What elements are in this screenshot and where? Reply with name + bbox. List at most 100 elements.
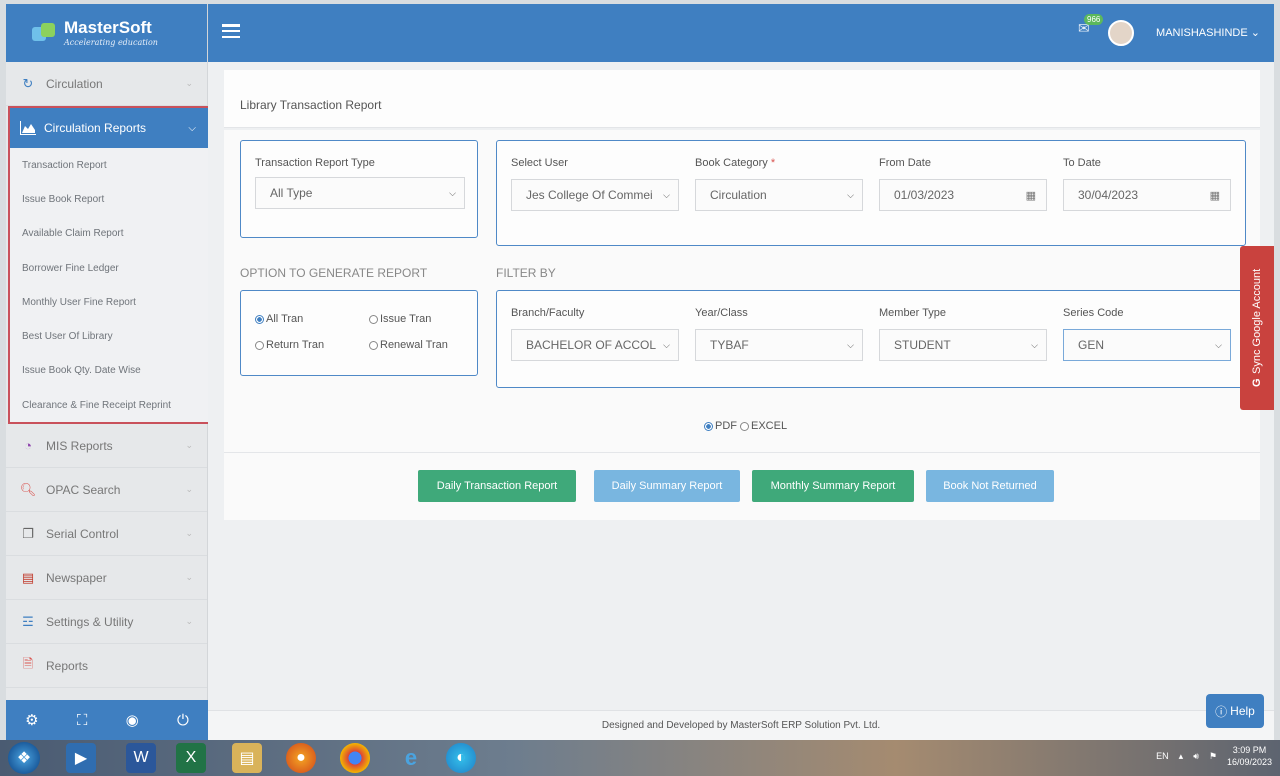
avatar[interactable] [1108, 20, 1134, 46]
sidebar-footer: ⚙ ⛶ ◉ ⏻ [6, 700, 208, 740]
eye-slash-icon[interactable]: ◉ [126, 711, 139, 729]
flag-icon[interactable]: ⚑ [1209, 751, 1217, 762]
windows-start-icon[interactable]: ❖ [8, 742, 40, 774]
file-explorer-icon[interactable]: ▤ [232, 743, 262, 773]
sync-google-account-button[interactable]: G Sync Google Account [1240, 246, 1274, 410]
sidebar-subitem-available-claim-report[interactable]: Available Claim Report [10, 217, 212, 251]
chevron-down-icon: ⌄ [185, 484, 193, 495]
chrome-icon[interactable] [340, 743, 370, 773]
sidebar-item-label: OPAC Search [46, 482, 121, 497]
windows-taskbar: ❖ ▶ W X ▤ ● e ◐ EN ▴ 🔊︎ ⚑ 3:09 PM 16/09/… [0, 740, 1280, 776]
sidebar-subitem-borrower-fine-ledger[interactable]: Borrower Fine Ledger [10, 251, 212, 285]
chevron-down-icon: ⌄ [185, 616, 193, 627]
chevron-down-icon: ⌵ [663, 339, 670, 350]
sidebar-item-newspaper[interactable]: ▤ Newspaper ⌄ [6, 556, 207, 601]
fullscreen-icon[interactable]: ⛶ [77, 712, 88, 729]
sidebar-subitem-best-user-of-library[interactable]: Best User Of Library [10, 319, 212, 353]
power-icon[interactable]: ⏻ [177, 712, 189, 729]
language-indicator[interactable]: EN [1156, 751, 1169, 761]
sidebar-subitem-transaction-report[interactable]: Transaction Report [10, 148, 212, 182]
gear-icon[interactable]: ⚙ [25, 711, 38, 729]
year-class-label: Year/Class [695, 307, 748, 319]
sidebar-item-mis-reports[interactable]: ◔ MIS Reports ⌄ [6, 424, 207, 469]
transaction-type-label: Transaction Report Type [255, 157, 375, 169]
options-title: OPTION TO GENERATE REPORT [240, 266, 428, 280]
sidebar-item-reports[interactable]: 🗎︎ Reports [6, 644, 207, 689]
area-chart-icon [20, 120, 36, 136]
chevron-down-icon: ⌄ [185, 78, 193, 88]
brand-logo[interactable]: MasterSoft Accelerating education [6, 4, 207, 62]
chevron-down-icon: ⌵ [449, 187, 456, 198]
logo-icon [32, 23, 58, 43]
sidebar-item-serial-control[interactable]: ❐ Serial Control ⌄ [6, 512, 207, 557]
chevron-down-icon: ⌵ [847, 189, 854, 200]
sidebar-subitem-clearance-fine-receipt[interactable]: Clearance & Fine Receipt Reprint [10, 388, 212, 422]
help-button[interactable]: ⓘ Help [1206, 694, 1264, 728]
radio-excel[interactable]: EXCEL [740, 420, 787, 432]
sidebar-item-label: Circulation [46, 76, 103, 91]
options-box: All Tran Issue Tran Return Tran Renewal … [240, 290, 478, 376]
sidebar-item-circulation[interactable]: ↻ Circulation ⌄ [6, 62, 207, 106]
calendar-icon[interactable]: ▦ [1210, 189, 1220, 202]
series-code-label: Series Code [1063, 307, 1124, 319]
select-user-select[interactable]: Jes College Of Commei ⌵ [511, 179, 679, 211]
calendar-icon[interactable]: ▦ [1026, 189, 1036, 202]
daily-transaction-report-button[interactable]: Daily Transaction Report [418, 470, 576, 502]
volume-icon[interactable]: 🔊︎ [1193, 751, 1199, 762]
radio-pdf[interactable]: PDF [704, 420, 737, 432]
chevron-down-icon: ⌵ [1031, 339, 1038, 350]
filter-box: Branch/Faculty BACHELOR OF ACCOL ⌵ Year/C… [496, 290, 1260, 388]
transaction-type-select[interactable]: All Type ⌵ [255, 177, 465, 209]
internet-explorer-icon[interactable]: e [396, 743, 426, 773]
to-date-label: To Date [1063, 157, 1101, 169]
sidebar-item-circulation-reports[interactable]: Circulation Reports ⌵ [10, 108, 212, 148]
sidebar-subitem-issue-book-report[interactable]: Issue Book Report [10, 182, 212, 216]
excel-icon[interactable]: X [176, 743, 206, 773]
topbar: ✉ 966 MANISHASHINDE ⌄ [208, 4, 1274, 62]
copy-icon: ❐ [22, 525, 34, 541]
sidebar-item-settings-utility[interactable]: ☲ Settings & Utility ⌄ [6, 600, 207, 645]
chevron-down-icon: ⌄ [185, 572, 193, 583]
daily-summary-report-button[interactable]: Daily Summary Report [594, 470, 740, 502]
year-class-select[interactable]: TYBAF ⌵ [695, 329, 863, 361]
branch-select[interactable]: BACHELOR OF ACCOL ⌵ [511, 329, 679, 361]
app-window: MasterSoft Accelerating education ↻ Circ… [6, 4, 1274, 740]
radio-issue-tran[interactable]: Issue Tran [369, 313, 431, 325]
radio-return-tran[interactable]: Return Tran [255, 339, 324, 351]
edge-icon[interactable]: ◐ [446, 743, 476, 773]
to-date-input[interactable]: 30/04/2023 ▦ [1063, 179, 1231, 211]
sidebar-group-circulation-reports: Circulation Reports ⌵ Transaction Report… [8, 106, 214, 425]
main-content: Library Transaction Report Transaction R… [208, 62, 1274, 740]
media-player-icon[interactable]: ▶ [66, 743, 96, 773]
sidebar: MasterSoft Accelerating education ↻ Circ… [6, 4, 214, 740]
pie-chart-icon: ◔ [24, 438, 32, 454]
sidebar-item-label: Serial Control [46, 526, 119, 541]
newspaper-icon: ▤ [21, 569, 35, 585]
from-date-label: From Date [879, 157, 931, 169]
sidebar-subitem-monthly-user-fine-report[interactable]: Monthly User Fine Report [10, 285, 212, 319]
series-code-select[interactable]: GEN ⌵ [1063, 329, 1231, 361]
from-date-input[interactable]: 01/03/2023 ▦ [879, 179, 1047, 211]
question-circle-icon: ⓘ [1215, 704, 1228, 719]
menu-toggle-icon[interactable] [222, 24, 240, 38]
sidebar-subitem-issue-book-qty[interactable]: Issue Book Qty. Date Wise [10, 354, 212, 388]
notification-icon[interactable]: ✉ 966 [1078, 14, 1104, 38]
page-title: Library Transaction Report [240, 98, 382, 112]
radio-renewal-tran[interactable]: Renewal Tran [369, 339, 448, 351]
monthly-summary-report-button[interactable]: Monthly Summary Report [752, 470, 914, 502]
sidebar-item-opac-search[interactable]: 🔍︎ OPAC Search ⌄ [6, 468, 207, 513]
firefox-icon[interactable]: ● [286, 743, 316, 773]
chevron-up-icon[interactable]: ▴ [1179, 751, 1184, 762]
clock[interactable]: 3:09 PM 16/09/2023 [1227, 744, 1272, 768]
transaction-type-box: Transaction Report Type All Type ⌵ [240, 140, 478, 238]
user-menu[interactable]: MANISHASHINDE ⌄ [1156, 26, 1260, 39]
book-not-returned-button[interactable]: Book Not Returned [926, 470, 1054, 502]
member-type-select[interactable]: STUDENT ⌵ [879, 329, 1047, 361]
radio-all-tran[interactable]: All Tran [255, 313, 303, 325]
title-bar: Library Transaction Report [224, 70, 1260, 128]
sidebar-item-label: Newspaper [46, 570, 107, 585]
member-type-label: Member Type [879, 307, 947, 319]
book-category-select[interactable]: Circulation ⌵ [695, 179, 863, 211]
brand-name: MasterSoft [64, 17, 152, 37]
word-icon[interactable]: W [126, 743, 156, 773]
